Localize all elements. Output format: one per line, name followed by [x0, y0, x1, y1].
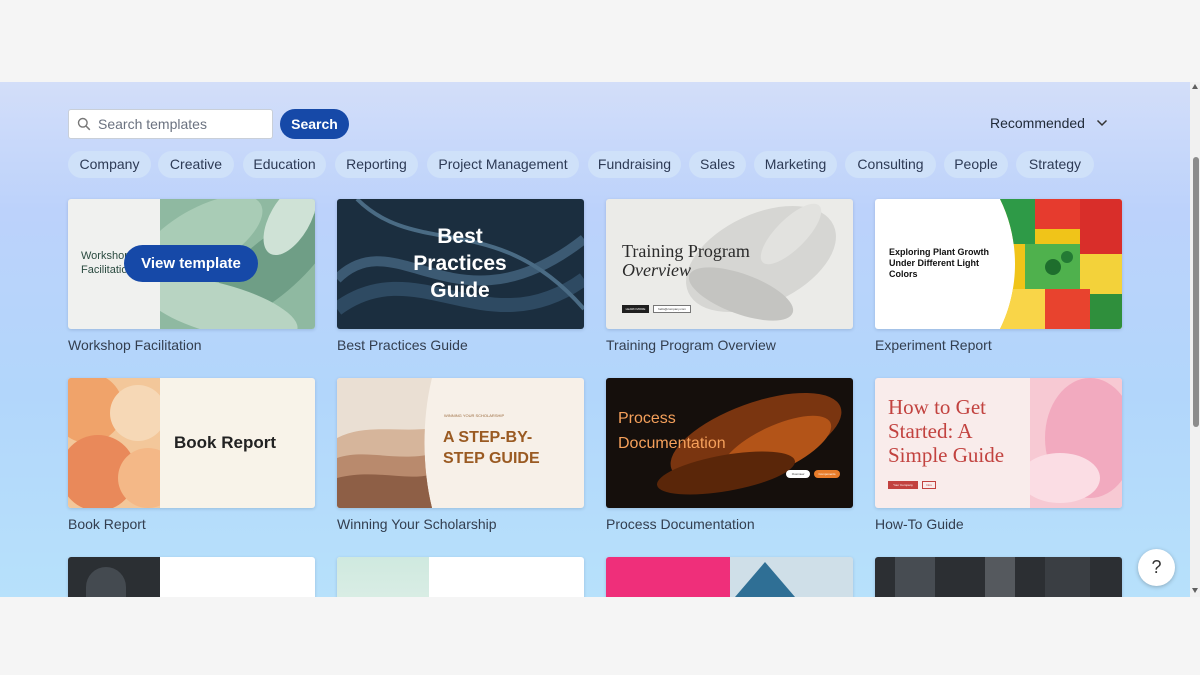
scroll-up-arrow-icon[interactable] [1192, 84, 1198, 89]
skyscraper-image [895, 557, 1090, 597]
card-title[interactable]: Book Report [68, 516, 146, 532]
building-image [730, 557, 853, 597]
category-chip-strategy[interactable]: Strategy [1016, 151, 1094, 178]
template-card-experiment-report[interactable]: Exploring Plant Growth Under Different L… [875, 199, 1122, 329]
template-card-workshop-facilitation[interactable]: Workshop Facilitation View template [68, 199, 315, 329]
browser-bottom-area [0, 597, 1200, 675]
template-card[interactable] [606, 557, 853, 597]
chevron-down-icon[interactable] [1096, 117, 1108, 129]
pink-gradient-image [1030, 378, 1122, 508]
category-chip-education[interactable]: Education [243, 151, 326, 178]
scroll-down-arrow-icon[interactable] [1192, 588, 1198, 593]
thumb-text: Best Practices Guide [413, 225, 507, 302]
card-title[interactable]: Workshop Facilitation [68, 337, 202, 353]
thumb-text: A STEP-BY-STEP GUIDE [443, 429, 540, 467]
template-gallery: Search Recommended Company Creative Educ… [0, 82, 1190, 597]
thumb-text: How to Get Started: A Simple Guide [888, 395, 1005, 467]
thumb-subtext: Overview [622, 260, 691, 280]
card-title[interactable]: Process Documentation [606, 516, 755, 532]
category-chip-marketing[interactable]: Marketing [754, 151, 837, 178]
thumb-small-text: WINNING YOUR SCHOLARSHIP [444, 413, 505, 418]
thumb-image [337, 557, 429, 597]
thumb-text: Training Program [622, 241, 750, 261]
help-button[interactable]: ? [1138, 549, 1175, 586]
template-card-how-to-guide[interactable]: How to Get Started: A Simple Guide Your … [875, 378, 1122, 508]
template-card-book-report[interactable]: Book Report [68, 378, 315, 508]
category-chip-consulting[interactable]: Consulting [845, 151, 936, 178]
category-chip-project-management[interactable]: Project Management [427, 151, 579, 178]
search-button[interactable]: Search [280, 109, 349, 139]
thumb-pill: LEARN MORE [622, 305, 649, 313]
template-card-training-program-overview[interactable]: Training Program Overview LEARN MORE hel… [606, 199, 853, 329]
view-template-button[interactable]: View template [124, 245, 258, 282]
category-chip-sales[interactable]: Sales [689, 151, 746, 178]
template-card[interactable] [337, 557, 584, 597]
browser-top-area [0, 0, 1200, 82]
thumb-text: Book Report [174, 433, 276, 452]
abstract-shapes-image [68, 378, 160, 508]
card-title[interactable]: Experiment Report [875, 337, 992, 353]
template-card-best-practices-guide[interactable]: Best Practices Guide [337, 199, 584, 329]
thumb-pill: Components [814, 470, 840, 478]
search-input[interactable] [98, 110, 268, 138]
template-card-process-documentation[interactable]: Process Documentation Overview Component… [606, 378, 853, 508]
category-chip-company[interactable]: Company [68, 151, 151, 178]
thumb-text: Process Documentation [618, 410, 726, 452]
category-chip-fundraising[interactable]: Fundraising [588, 151, 681, 178]
category-chip-people[interactable]: People [944, 151, 1008, 178]
thumb-pill: hello@company.com [653, 305, 691, 313]
thumb-pill: Intro [922, 481, 936, 489]
template-card[interactable] [68, 557, 315, 597]
card-title[interactable]: Training Program Overview [606, 337, 776, 353]
search-icon [77, 117, 91, 131]
sort-dropdown[interactable]: Recommended [990, 115, 1085, 131]
thumb-pill: Your Company [888, 481, 918, 489]
category-chip-creative[interactable]: Creative [158, 151, 234, 178]
template-card-winning-your-scholarship[interactable]: WINNING YOUR SCHOLARSHIP A STEP-BY-STEP … [337, 378, 584, 508]
scrollbar-thumb[interactable] [1193, 157, 1199, 427]
search-field[interactable] [68, 109, 273, 139]
card-title[interactable]: Winning Your Scholarship [337, 516, 497, 532]
card-title[interactable]: How-To Guide [875, 516, 964, 532]
thumb-text: Exploring Plant Growth Under Different L… [889, 247, 990, 279]
template-card[interactable] [875, 557, 1122, 597]
thumb-image [606, 557, 730, 597]
card-title[interactable]: Best Practices Guide [337, 337, 468, 353]
category-chip-reporting[interactable]: Reporting [335, 151, 418, 178]
thumb-pill: Overview [786, 470, 810, 478]
